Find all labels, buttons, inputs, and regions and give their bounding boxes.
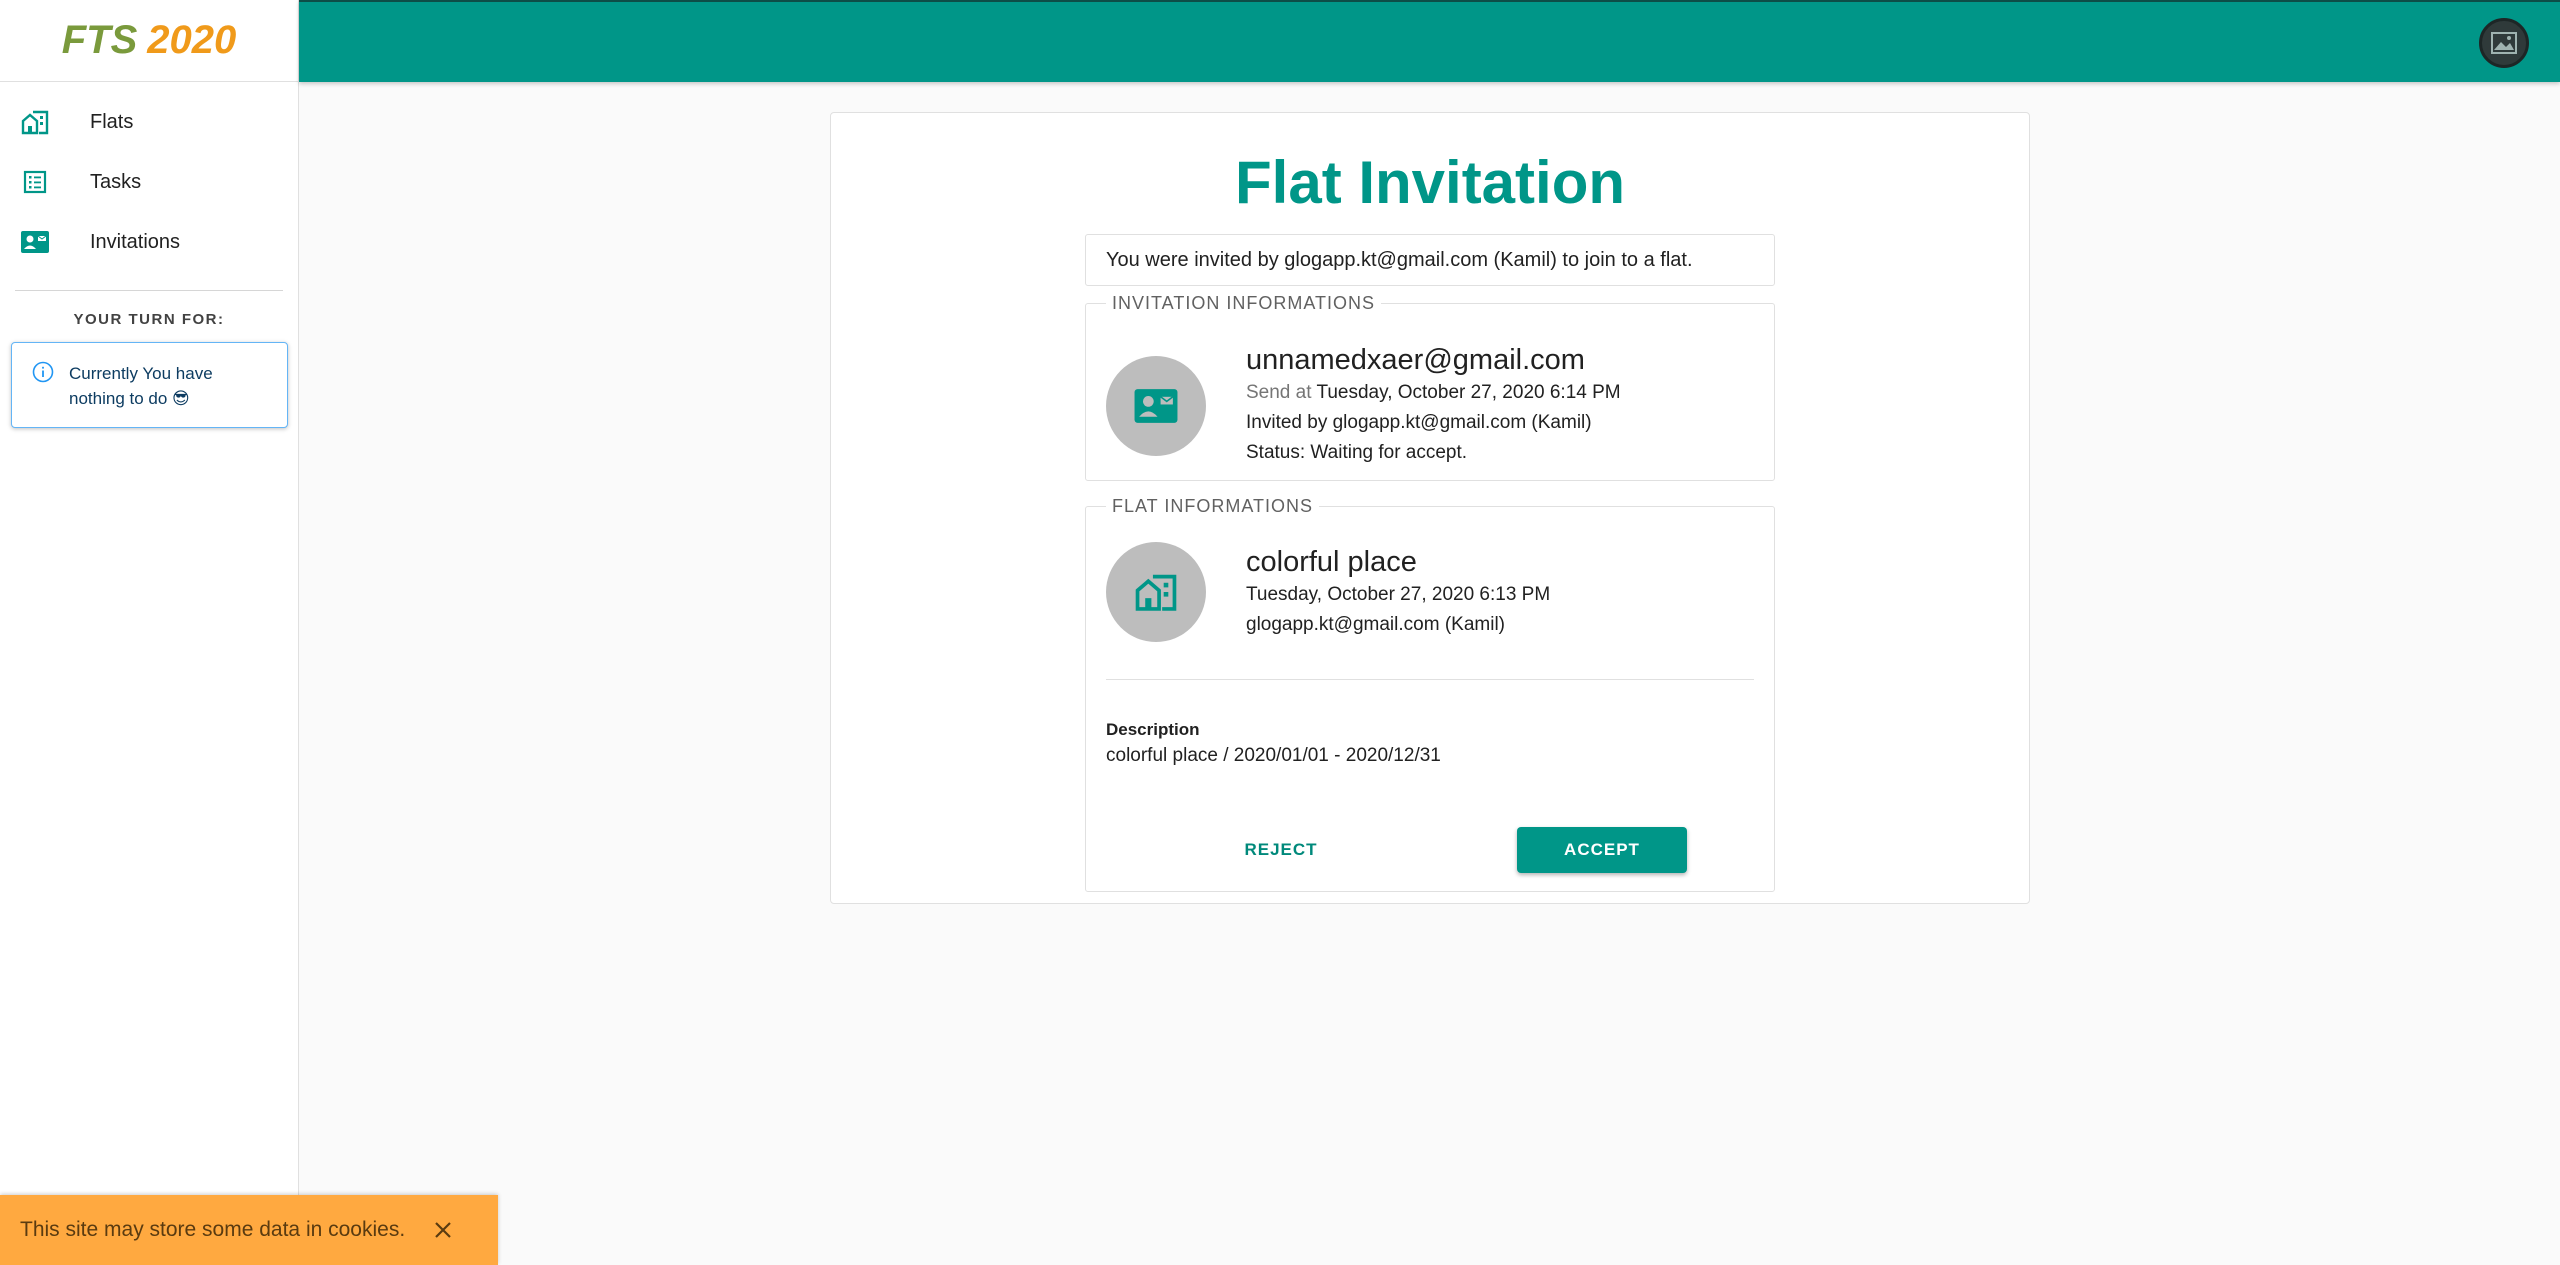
flat-name: colorful place (1246, 546, 1417, 578)
sent-at-line: Send at Tuesday, October 27, 2020 6:14 P… (1246, 378, 1621, 408)
description-label: Description (1106, 720, 1200, 739)
info-icon (32, 361, 54, 427)
sidebar-item-flats[interactable]: Flats (0, 92, 298, 152)
broken-image-icon (2491, 32, 2517, 54)
flat-created-date: Tuesday, October 27, 2020 6:13 PM (1246, 584, 1551, 605)
user-avatar[interactable] (2479, 18, 2529, 68)
sent-at-prefix: Send at (1246, 382, 1312, 403)
close-icon[interactable] (430, 1217, 456, 1243)
your-turn-heading: YOUR TURN FOR: (73, 311, 225, 328)
building-icon (20, 107, 50, 137)
reject-button[interactable]: REJECT (1206, 828, 1356, 872)
sidebar: FTS 2020 Flats Tasks Invitations YOUR TU… (0, 0, 299, 1265)
logo-text-fts: FTS (61, 18, 138, 62)
invitation-card: Flat Invitation You were invited by glog… (830, 112, 2030, 904)
invitation-avatar (1106, 356, 1206, 456)
invited-by-line: Invited by glogapp.kt@gmail.com (Kamil) (1246, 412, 1592, 433)
invitation-notice: You were invited by glogapp.kt@gmail.com… (1085, 234, 1775, 286)
info-alert: Currently You have nothing to do 😎 (11, 342, 288, 428)
sidebar-item-label: Flats (90, 110, 134, 133)
invitation-info-section: INVITATION INFORMATIONS unnamedxaer@gmai… (1085, 293, 1775, 481)
status-line: Status: Waiting for accept. (1246, 442, 1468, 463)
cookie-text: This site may store some data in cookies… (20, 1218, 406, 1241)
contact-card-icon (1134, 389, 1178, 423)
section-divider (1106, 679, 1754, 680)
description-text: colorful place / 2020/01/01 - 2020/12/31 (1106, 745, 1441, 766)
list-icon (20, 167, 50, 197)
sidebar-item-label: Invitations (90, 230, 181, 253)
flat-avatar (1106, 542, 1206, 642)
sidebar-divider (15, 290, 283, 291)
invitee-email: unnamedxaer@gmail.com (1246, 344, 1585, 376)
logo-text-year: 2020 (147, 18, 237, 62)
page-title: Flat Invitation (1235, 149, 1625, 216)
sidebar-item-label: Tasks (90, 170, 142, 193)
accept-button[interactable]: ACCEPT (1517, 827, 1687, 873)
building-icon (1135, 574, 1177, 611)
contact-card-icon (20, 227, 50, 257)
top-app-bar (299, 0, 2560, 82)
sidebar-item-tasks[interactable]: Tasks (0, 152, 298, 212)
section-legend: INVITATION INFORMATIONS (1112, 293, 1375, 313)
info-alert-text: Currently You have nothing to do 😎 (69, 364, 213, 408)
sent-at-date: Tuesday, October 27, 2020 6:14 PM (1316, 382, 1621, 403)
app-logo[interactable]: FTS 2020 (0, 0, 298, 82)
section-legend: FLAT INFORMATIONS (1112, 496, 1314, 516)
sidebar-item-invitations[interactable]: Invitations (0, 212, 298, 272)
flat-owner: glogapp.kt@gmail.com (Kamil) (1246, 614, 1505, 635)
cookie-banner: This site may store some data in cookies… (0, 1195, 498, 1265)
